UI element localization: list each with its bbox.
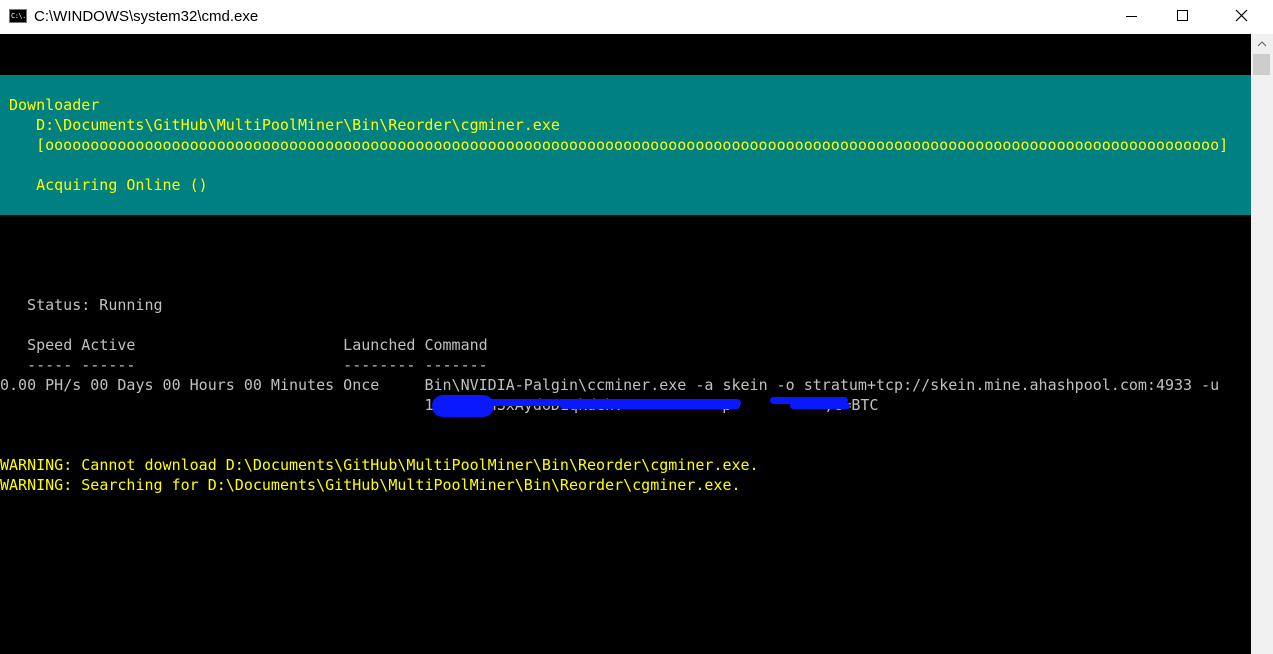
table-header-underline: ----- ------ -------- ------- <box>0 356 488 374</box>
warning-searching: WARNING: Searching for D:\Documents\GitH… <box>0 476 741 494</box>
maximize-button[interactable] <box>1159 0 1205 34</box>
table-header: Speed Active Launched Command <box>0 336 488 354</box>
maximize-icon <box>1177 10 1188 21</box>
cmd-icon-label: C:\. <box>11 12 26 20</box>
close-button[interactable] <box>1218 0 1264 34</box>
redaction-mark <box>560 403 740 409</box>
downloader-path: D:\Documents\GitHub\MultiPoolMiner\Bin\R… <box>9 116 560 134</box>
minimize-button[interactable] <box>1108 0 1154 34</box>
downloader-heading: Downloader <box>9 96 100 114</box>
cmd-window: C:\. C:\WINDOWS\system32\cmd.exe Downloa… <box>0 0 1273 654</box>
miner-status: Status: Running <box>9 296 163 314</box>
scroll-up-button[interactable] <box>1251 34 1273 54</box>
table-row: 0.00 PH/s 00 Days 00 Hours 00 Minutes On… <box>0 376 1220 394</box>
title-bar[interactable]: C:\. C:\WINDOWS\system32\cmd.exe <box>0 0 1273 34</box>
downloader-status: Acquiring Online () <box>9 176 208 194</box>
minimize-icon <box>1126 16 1137 17</box>
command-user-prefix: 1 <box>0 396 434 414</box>
warning-cannot-download: WARNING: Cannot download D:\Documents\Gi… <box>0 456 759 474</box>
redaction-mark <box>432 395 494 417</box>
console-output[interactable]: Downloader D:\Documents\GitHub\MultiPool… <box>0 34 1251 654</box>
downloader-progress-bar: [ooooooooooooooooooooooooooooooooooooooo… <box>9 136 1229 154</box>
chevron-up-icon <box>1257 41 1267 47</box>
window-title: C:\WINDOWS\system32\cmd.exe <box>34 8 259 25</box>
redaction-mark <box>790 403 850 409</box>
cmd-icon: C:\. <box>9 9 27 23</box>
scroll-thumb[interactable] <box>1253 54 1270 75</box>
close-icon <box>1235 9 1248 22</box>
vertical-scrollbar[interactable] <box>1251 34 1273 654</box>
